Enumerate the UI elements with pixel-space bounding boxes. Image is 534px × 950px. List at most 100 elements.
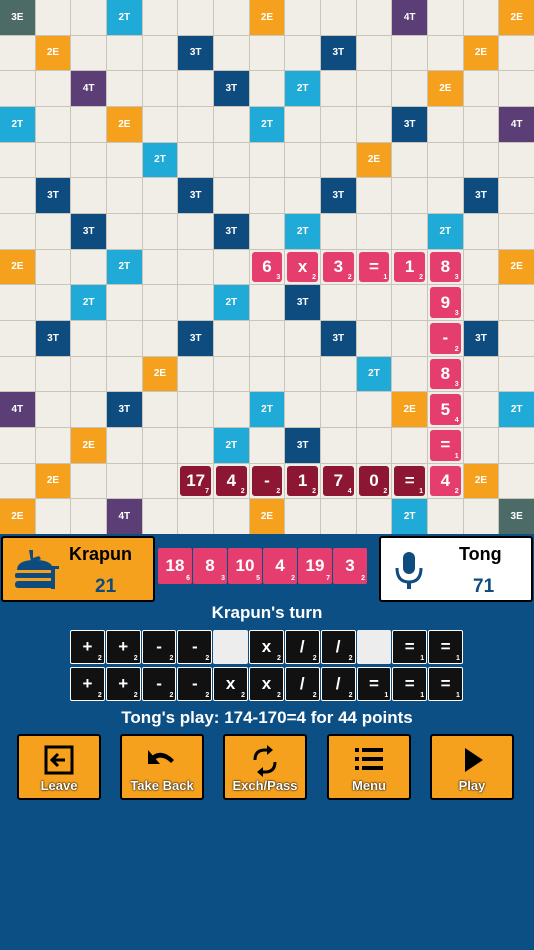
board-cell[interactable] — [285, 356, 320, 392]
board-cell[interactable] — [178, 356, 213, 392]
board-cell[interactable] — [499, 142, 534, 178]
board-cell[interactable] — [142, 35, 178, 71]
board-cell[interactable] — [499, 356, 534, 392]
rack-tile[interactable]: x2 — [249, 667, 284, 701]
premium-square[interactable]: 2E — [35, 35, 71, 71]
board-cell[interactable] — [35, 499, 71, 534]
board-cell[interactable] — [214, 321, 249, 356]
rack-tile[interactable]: -2 — [177, 667, 213, 701]
premium-square[interactable]: 2T — [499, 392, 534, 427]
board-cell[interactable]: -2 — [428, 321, 463, 356]
premium-square[interactable]: 2E — [499, 0, 534, 35]
premium-square[interactable]: 3T — [71, 214, 106, 249]
premium-square[interactable]: 2T — [214, 285, 249, 320]
board-cell[interactable] — [356, 499, 392, 534]
board-cell[interactable] — [392, 321, 427, 356]
take-back-button[interactable]: Take Back — [120, 734, 204, 800]
board-cell[interactable] — [428, 142, 463, 178]
board-cell[interactable] — [392, 214, 427, 249]
premium-square[interactable]: 3T — [285, 428, 320, 463]
board-cell[interactable] — [107, 71, 142, 106]
menu-button[interactable]: Menu — [327, 734, 411, 800]
rack-tile[interactable]: +2 — [70, 630, 105, 664]
rack-slot-empty[interactable] — [356, 630, 392, 664]
board-cell[interactable] — [463, 285, 499, 320]
board-cell[interactable] — [428, 499, 463, 534]
board-cell[interactable] — [178, 285, 213, 320]
premium-square[interactable]: 2E — [107, 107, 142, 142]
board-cell[interactable] — [356, 428, 392, 463]
board-cell[interactable] — [356, 285, 392, 320]
premium-square[interactable]: 2E — [0, 499, 35, 534]
premium-square[interactable]: 3T — [321, 321, 356, 356]
board-cell[interactable]: = 1 — [392, 463, 427, 499]
premium-square[interactable]: 2T — [392, 499, 427, 534]
premium-square[interactable]: 4T — [71, 71, 106, 106]
rack-tile[interactable]: /2 — [284, 667, 320, 701]
premium-square[interactable]: 2T — [107, 249, 142, 285]
rack-tile[interactable]: = 1 — [392, 667, 428, 701]
board-cell[interactable] — [392, 35, 427, 71]
board-cell[interactable] — [71, 142, 106, 178]
board-cell[interactable] — [0, 71, 35, 106]
board-cell[interactable] — [178, 428, 213, 463]
premium-square[interactable]: 2T — [0, 107, 35, 142]
board-cell[interactable] — [249, 428, 285, 463]
board-cell[interactable] — [214, 178, 249, 213]
board-cell[interactable] — [71, 356, 106, 392]
board-cell[interactable]: = 1 — [356, 249, 392, 285]
board-cell[interactable] — [392, 142, 427, 178]
board-cell[interactable] — [392, 71, 427, 106]
board-cell[interactable] — [356, 35, 392, 71]
board-cell[interactable] — [356, 107, 392, 142]
board-cell[interactable] — [71, 35, 106, 71]
board-cell[interactable] — [178, 392, 213, 427]
premium-square[interactable]: 2E — [463, 35, 499, 71]
premium-square[interactable]: 2E — [71, 428, 106, 463]
board-cell[interactable] — [463, 0, 499, 35]
board-cell[interactable] — [142, 428, 178, 463]
premium-square[interactable]: 2T — [249, 107, 285, 142]
premium-square[interactable]: 3T — [463, 321, 499, 356]
premium-square[interactable]: 2E — [428, 71, 463, 106]
board-cell[interactable] — [249, 35, 285, 71]
board-cell[interactable] — [142, 214, 178, 249]
premium-square[interactable]: 3T — [214, 71, 249, 106]
board-cell[interactable] — [463, 356, 499, 392]
board-cell[interactable] — [463, 392, 499, 427]
premium-square[interactable]: 2T — [285, 214, 320, 249]
board-cell[interactable] — [463, 107, 499, 142]
premium-square[interactable]: 3T — [178, 35, 213, 71]
board-cell[interactable] — [321, 285, 356, 320]
board-cell[interactable] — [428, 107, 463, 142]
board-cell[interactable] — [71, 392, 106, 427]
premium-square[interactable]: 3T — [285, 285, 320, 320]
premium-square[interactable]: 3T — [178, 178, 213, 213]
premium-square[interactable]: 2T — [428, 214, 463, 249]
rack-tile[interactable]: /2 — [320, 667, 356, 701]
board-cell[interactable] — [35, 428, 71, 463]
board-cell[interactable] — [463, 249, 499, 285]
board-cell[interactable]: 93 — [428, 285, 463, 320]
board-cell[interactable] — [142, 71, 178, 106]
board-cell[interactable] — [499, 321, 534, 356]
premium-square[interactable]: 3T — [392, 107, 427, 142]
board-cell[interactable] — [142, 0, 178, 35]
board-cell[interactable] — [499, 214, 534, 249]
board-cell[interactable] — [178, 0, 213, 35]
board-cell[interactable] — [107, 428, 142, 463]
premium-square[interactable]: 2T — [214, 428, 249, 463]
board-cell[interactable] — [214, 249, 249, 285]
board-cell[interactable] — [321, 392, 356, 427]
premium-square[interactable]: 2E — [392, 392, 427, 427]
board-cell[interactable] — [356, 0, 392, 35]
rack-tile[interactable]: -2 — [177, 630, 213, 664]
board-cell[interactable] — [285, 0, 320, 35]
board-cell[interactable] — [178, 214, 213, 249]
premium-square[interactable]: 2E — [35, 463, 71, 499]
premium-square[interactable]: 4T — [392, 0, 427, 35]
board-cell[interactable]: = 1 — [428, 428, 463, 463]
premium-square[interactable]: 4T — [499, 107, 534, 142]
board-cell[interactable] — [499, 178, 534, 213]
board-cell[interactable] — [107, 178, 142, 213]
